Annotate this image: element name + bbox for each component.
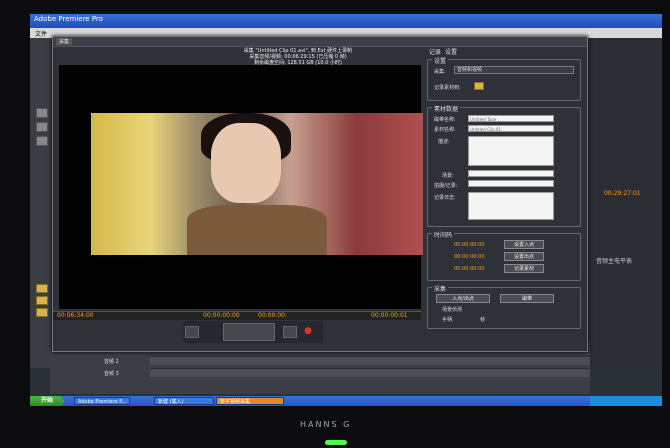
monitor-brand: HANNS G: [300, 420, 352, 429]
taskbar: 开始 Adobe Premiere P... 新建 (载入) 数字视频采集: [30, 396, 662, 406]
capture-label: 采集:: [434, 69, 446, 75]
in-out-button[interactable]: 入点/出点: [436, 294, 490, 303]
clip-name-label: 素材名称:: [434, 127, 456, 133]
scene-detect-label[interactable]: 场景侦测: [442, 306, 462, 313]
in-timecode: 00:00:00:00: [203, 312, 240, 319]
log-clip-button[interactable]: 记录素材: [504, 264, 544, 273]
tape-name-value: Untitled Tape: [470, 117, 497, 122]
set-in-button[interactable]: 设置入点: [504, 240, 544, 249]
play-button[interactable]: [283, 326, 297, 338]
tab-logging[interactable]: 记录: [429, 47, 441, 56]
scene-label: 场景:: [442, 173, 454, 179]
tab-capture[interactable]: 采集: [56, 38, 73, 45]
tab-settings[interactable]: 设置: [445, 47, 457, 56]
audio-master-label: 音频主电平表: [596, 258, 633, 265]
start-button[interactable]: 开始: [30, 396, 64, 406]
handles-label: 手柄:: [442, 317, 454, 323]
handles-value[interactable]: 帧: [480, 316, 485, 323]
folder-icon[interactable]: [36, 284, 48, 293]
scene-field[interactable]: [468, 170, 554, 177]
track-audio3[interactable]: 音频 3: [104, 368, 590, 377]
capture-preview: [59, 65, 423, 309]
folder-icon[interactable]: [474, 82, 484, 90]
duration-timecode: 00:00:00:01: [371, 312, 408, 319]
panel-icon[interactable]: [36, 122, 48, 132]
set-in-button[interactable]: [185, 326, 199, 338]
shot-label: 拍摄/记录:: [434, 183, 458, 189]
app-titlebar: Adobe Premiere Pro: [30, 14, 662, 28]
description-field[interactable]: [468, 136, 554, 166]
log-note-label: 记录日志:: [434, 195, 456, 201]
system-tray: [590, 396, 662, 406]
description-label: 描述:: [438, 139, 450, 145]
clip-data-group: 素材数据 磁带名称: Untitled Tape 素材名称: Untitled …: [427, 104, 581, 227]
panel-icon[interactable]: [36, 108, 48, 118]
track-label: 音频 3: [104, 371, 119, 377]
program-timecode: 00:29:27:01: [604, 190, 641, 197]
capture-value: 音频和视频: [457, 67, 483, 73]
setup-group-title: 设置: [432, 56, 449, 65]
screen: Adobe Premiere Pro 文件 00:29:27:01 音频主电平表…: [30, 14, 662, 406]
capture-group: 采集 入点/出点 磁带 场景侦测 手柄: 帧: [427, 284, 581, 329]
tc-out-value: 00:00:00:00: [454, 254, 485, 260]
video-frame: [91, 113, 423, 255]
task-premiere[interactable]: Adobe Premiere P...: [74, 397, 130, 405]
out-timecode: 00:00:00:: [258, 312, 287, 319]
shot-field[interactable]: [468, 180, 554, 187]
bin-label: 记录素材到:: [434, 85, 461, 91]
clip-name-value: Untitled Clip 01: [470, 127, 502, 132]
record-icon[interactable]: ●: [303, 326, 313, 336]
video-frame-detail: [211, 123, 281, 203]
app-title: Adobe Premiere Pro: [34, 15, 103, 23]
capture-group-title: 采集: [432, 284, 449, 293]
setup-group: 设置 采集: 音频和视频 记录素材到:: [427, 56, 581, 101]
folder-icon[interactable]: [36, 308, 48, 317]
video-frame-detail: [187, 205, 327, 255]
timecode-group: 时间码 00:00:00:00 00:00:00:00 00:00:00:00 …: [427, 230, 581, 281]
program-monitor-panel: 00:29:27:01 音频主电平表: [590, 38, 662, 368]
tape-name-label: 磁带名称:: [434, 117, 456, 123]
panel-icon[interactable]: [36, 136, 48, 146]
tc-in-value: 00:00:00:00: [454, 242, 485, 248]
log-note-field[interactable]: [468, 192, 554, 220]
transport-controls: ●: [183, 321, 323, 343]
task-new[interactable]: 新建 (载入): [154, 397, 214, 405]
folder-icon[interactable]: [36, 296, 48, 305]
logging-panel: 记录 设置 设置 采集: 音频和视频 记录素材到: 素材数据 磁带名称: Unt…: [425, 47, 585, 347]
timecode-bar: 00:06:34:00 00:00:00:00 00:00:00: 00:00:…: [53, 311, 421, 320]
capture-dropdown[interactable]: 音频和视频: [454, 66, 574, 74]
current-timecode: 00:06:34:00: [57, 312, 94, 319]
clip-data-title: 素材数据: [432, 104, 461, 113]
tape-name-field[interactable]: Untitled Tape: [468, 115, 554, 122]
timecode-group-title: 时间码: [432, 230, 455, 239]
track-label: 音频 2: [104, 359, 119, 365]
tape-button[interactable]: 磁带: [500, 294, 554, 303]
tc-dur-value: 00:00:00:00: [454, 266, 485, 272]
task-capture[interactable]: 数字视频采集: [216, 397, 284, 405]
clip-name-field[interactable]: Untitled Clip 01: [468, 125, 554, 132]
power-led: [325, 440, 347, 445]
jog-shuttle[interactable]: [223, 323, 275, 341]
set-out-button[interactable]: 设置出点: [504, 252, 544, 261]
track-audio2[interactable]: 音频 2: [104, 356, 590, 365]
capture-dialog: 采集 采集 "Untitled Clip 01.avi", 到 Ext 硬件上录…: [52, 36, 588, 352]
dialog-titlebar: 采集: [53, 37, 587, 47]
